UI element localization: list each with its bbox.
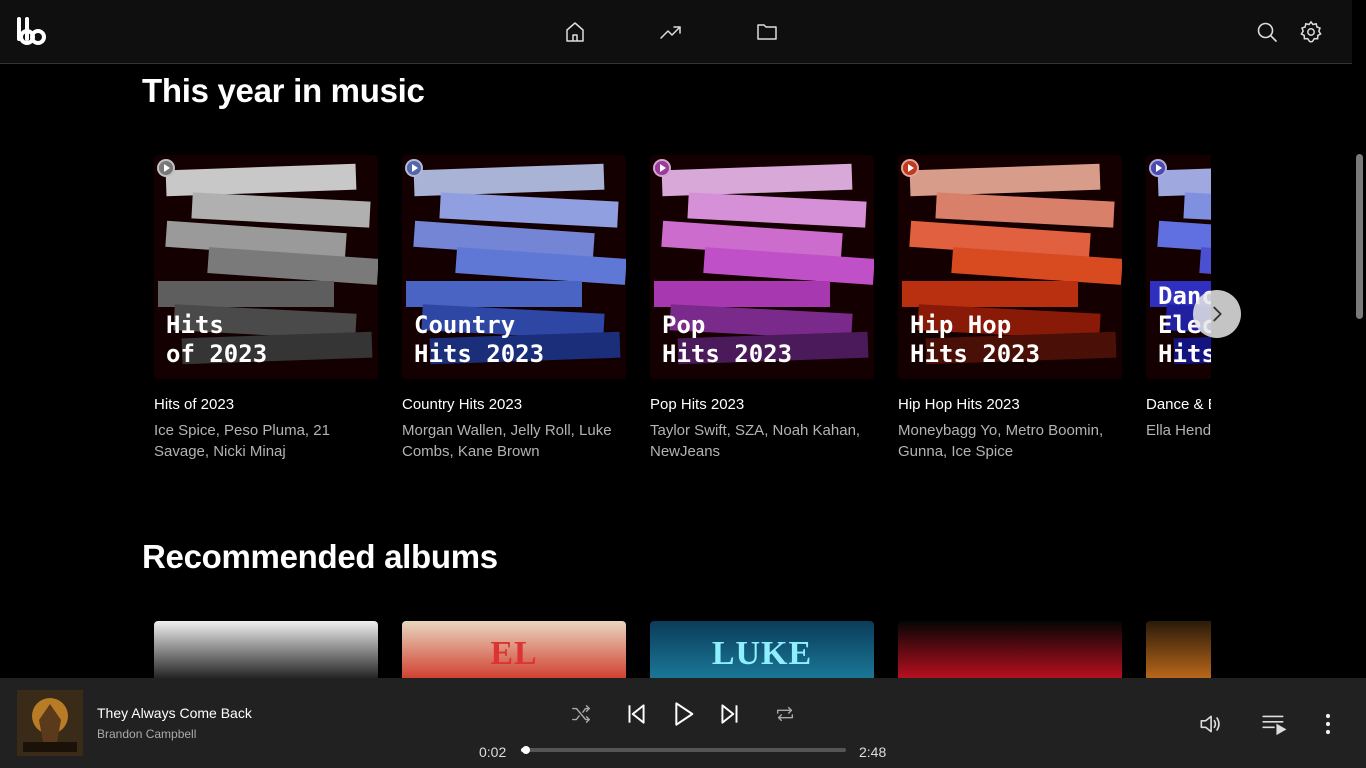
album-card[interactable] xyxy=(898,621,1122,678)
album-cover-text: LUKE COMBS xyxy=(697,635,826,678)
playlist-card[interactable]: Hip Hop Hits 2023 Hip Hop Hits 2023 Moneyb… xyxy=(898,155,1122,462)
app-logo[interactable] xyxy=(14,15,46,47)
cover-stripe xyxy=(413,163,605,197)
album-card[interactable]: LUKE COMBS xyxy=(650,621,874,678)
cover-stripe xyxy=(951,247,1122,285)
playlist-cover[interactable]: Hits of 2023 xyxy=(154,155,378,379)
page-scrollbar-thumb[interactable] xyxy=(1356,154,1363,319)
trending-icon[interactable] xyxy=(659,20,683,44)
more-icon[interactable] xyxy=(1316,711,1340,737)
queue-icon[interactable] xyxy=(1261,711,1287,737)
album-card[interactable] xyxy=(1146,621,1211,678)
play-badge-icon xyxy=(1149,159,1167,177)
cover-text: Hip Hop Hits 2023 xyxy=(910,311,1041,368)
playlist-cover[interactable]: Dance & Electronic Hits 2023 xyxy=(1146,155,1211,379)
play-badge-icon xyxy=(157,159,175,177)
repeat-icon[interactable] xyxy=(774,703,796,725)
cover-stripe xyxy=(207,247,378,285)
total-duration: 2:48 xyxy=(859,744,887,760)
album-card[interactable]: EL COMIENZO xyxy=(402,621,626,678)
section-title-this-year: This year in music xyxy=(142,72,425,109)
elapsed-time: 0:02 xyxy=(479,744,507,760)
cover-stripe xyxy=(455,247,626,285)
previous-icon[interactable] xyxy=(623,701,649,727)
playlist-card[interactable]: Pop Hits 2023 Pop Hits 2023 Taylor Swift, … xyxy=(650,155,874,462)
cover-stripe xyxy=(654,281,830,307)
playlist-artists: Moneybagg Yo, Metro Boomin, Gunna, Ice S… xyxy=(898,422,1104,460)
now-playing-artist[interactable]: Brandon Campbell xyxy=(97,727,196,741)
carousel-next-button[interactable] xyxy=(1193,290,1241,338)
cover-stripe xyxy=(165,163,357,197)
progress-bar[interactable] xyxy=(521,746,846,754)
cover-stripe xyxy=(661,163,853,197)
cover-stripe xyxy=(703,247,874,285)
cover-text: Hits of 2023 xyxy=(166,311,268,368)
search-icon[interactable] xyxy=(1255,20,1279,44)
play-badge-icon xyxy=(653,159,671,177)
album-card[interactable] xyxy=(154,621,378,678)
playlist-cover[interactable]: Country Hits 2023 xyxy=(402,155,626,379)
album-carousel: EL COMIENZO LUKE COMBS xyxy=(154,621,1211,678)
cover-stripe xyxy=(909,163,1101,197)
cover-stripe xyxy=(158,281,334,307)
cover-text: Country Hits 2023 xyxy=(414,311,545,368)
playlist-card[interactable]: Country Hits 2023 Country Hits 2023 Morgan… xyxy=(402,155,626,462)
playlist-artists: Taylor Swift, SZA, Noah Kahan, NewJeans xyxy=(650,422,861,460)
cover-stripe xyxy=(687,192,867,228)
cover-text: Pop Hits 2023 xyxy=(662,311,793,368)
playlist-artists: Ella Henderson, Joel Corry, ... xyxy=(1146,422,1211,439)
playlist-cover[interactable]: Hip Hop Hits 2023 xyxy=(898,155,1122,379)
progress-knob[interactable] xyxy=(522,746,530,754)
player-bar: They Always Come Back Brandon Campbell 0… xyxy=(0,678,1366,768)
home-icon[interactable] xyxy=(563,20,587,44)
play-badge-icon xyxy=(901,159,919,177)
next-icon[interactable] xyxy=(717,701,743,727)
cover-stripe xyxy=(439,192,619,228)
volume-icon[interactable] xyxy=(1197,711,1223,737)
now-playing-art[interactable] xyxy=(17,690,83,756)
section-title-recommended-albums: Recommended albums xyxy=(142,538,498,575)
now-playing-title[interactable]: They Always Come Back xyxy=(97,705,252,721)
play-badge-icon xyxy=(405,159,423,177)
cover-stripe xyxy=(902,281,1078,307)
settings-icon[interactable] xyxy=(1299,20,1323,44)
album-cover-text: EL COMIENZO xyxy=(414,635,614,678)
playlist-artists: Ice Spice, Peso Pluma, 21 Savage, Nicki … xyxy=(154,422,330,460)
play-icon[interactable] xyxy=(667,698,699,730)
playlist-carousel: Hits of 2023 Hits of 2023 Ice Spice, Peso … xyxy=(154,155,1211,475)
cover-stripe xyxy=(191,192,371,228)
cover-stripe xyxy=(935,192,1115,228)
chevron-right-icon xyxy=(1213,306,1222,322)
playlist-title[interactable]: Hits of 2023 xyxy=(154,396,378,413)
shuffle-icon[interactable] xyxy=(570,703,592,725)
playlist-artists: Morgan Wallen, Jelly Roll, Luke Combs, K… xyxy=(402,422,612,460)
playlist-cover[interactable]: Pop Hits 2023 xyxy=(650,155,874,379)
playlist-title[interactable]: Dance & Electronic Hits 2023 xyxy=(1146,396,1211,413)
playlist-card[interactable]: Hits of 2023 Hits of 2023 Ice Spice, Peso … xyxy=(154,155,378,462)
cover-stripe xyxy=(406,281,582,307)
playlist-title[interactable]: Pop Hits 2023 xyxy=(650,396,874,413)
playlist-title[interactable]: Country Hits 2023 xyxy=(402,396,626,413)
folder-icon[interactable] xyxy=(755,20,779,44)
playlist-title[interactable]: Hip Hop Hits 2023 xyxy=(898,396,1122,413)
top-bar xyxy=(0,0,1352,64)
cover-stripe xyxy=(1199,247,1211,285)
